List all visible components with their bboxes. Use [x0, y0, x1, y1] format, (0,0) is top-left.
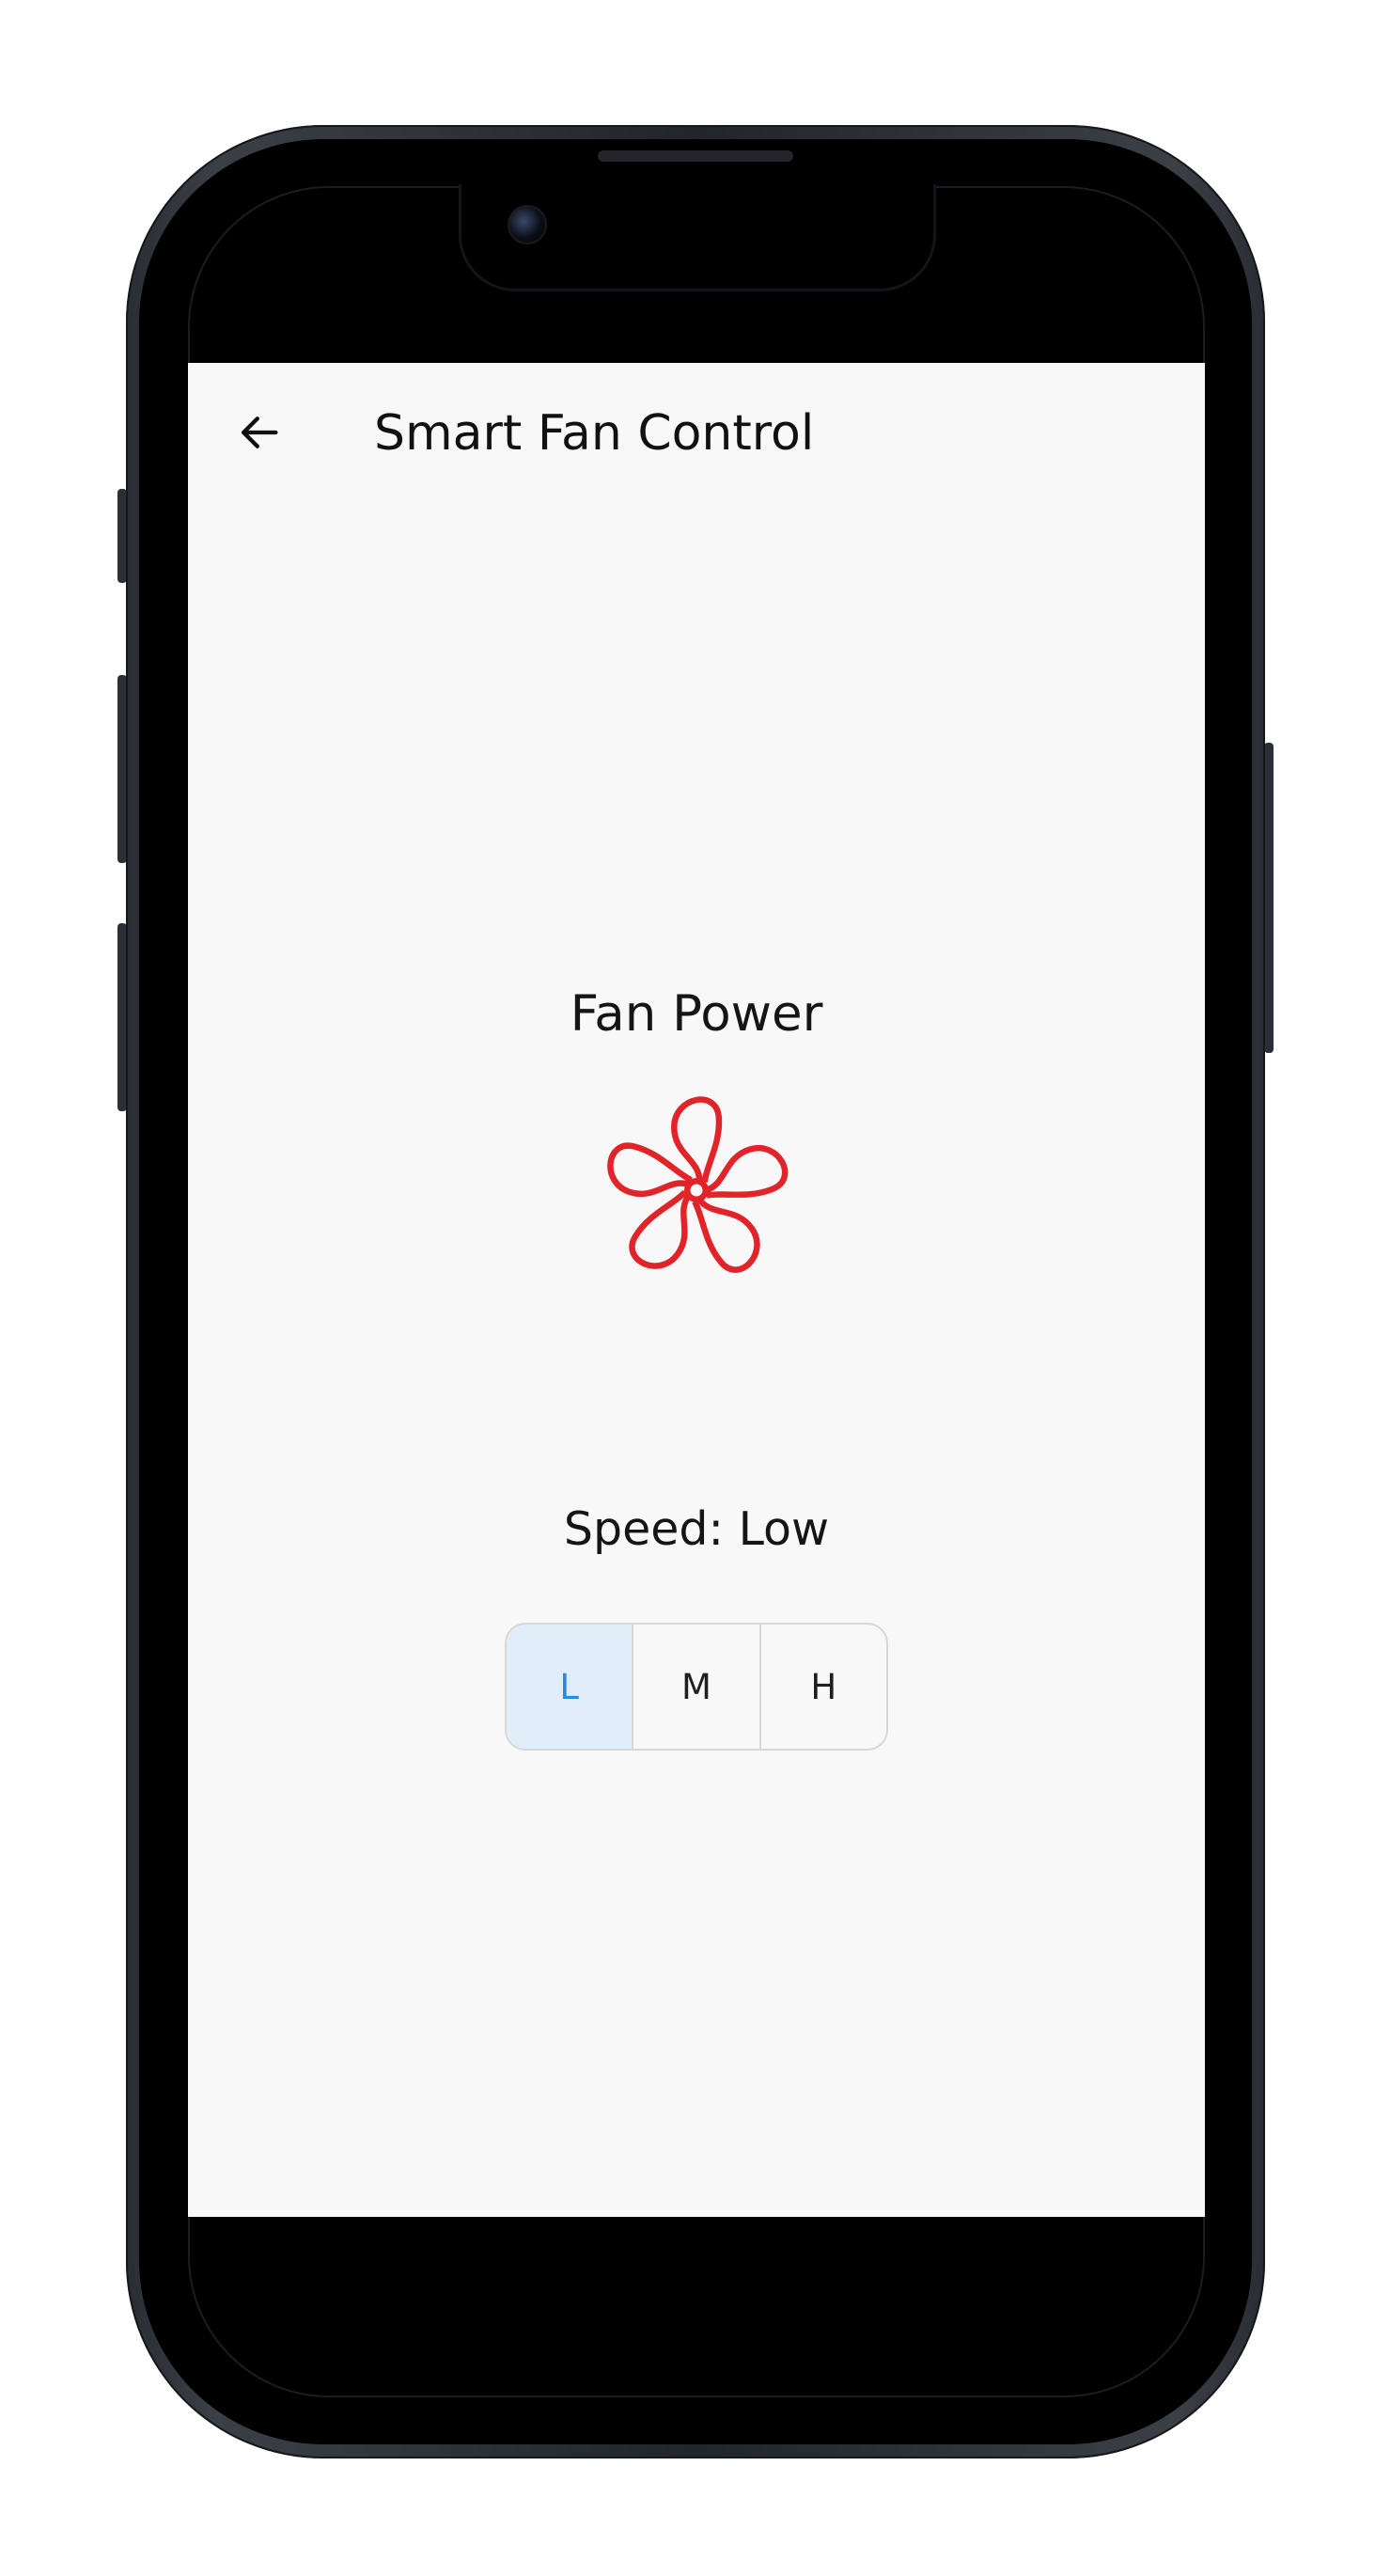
arrow-left-icon [241, 416, 278, 448]
speed-status-label: Speed: Low [563, 1502, 830, 1556]
device-canvas: Smart Fan Control Fan Power Speed: Low L [0, 0, 1391, 2576]
back-button[interactable] [226, 399, 293, 466]
fan-icon [595, 1096, 798, 1292]
fan-power-toggle[interactable] [595, 1089, 798, 1292]
speed-option-high[interactable]: H [758, 1625, 886, 1749]
app-bar: Smart Fan Control [188, 363, 1205, 504]
speed-option-medium[interactable]: M [632, 1625, 758, 1749]
app-screen: Smart Fan Control Fan Power Speed: Low L [188, 363, 1205, 2217]
speed-selector: L M H [505, 1623, 888, 1751]
earpiece-speaker [598, 150, 793, 162]
fan-power-label: Fan Power [570, 985, 823, 1043]
page-title: Smart Fan Control [374, 405, 815, 462]
front-camera [508, 205, 547, 244]
speed-option-low[interactable]: L [507, 1625, 633, 1749]
device-power-button [1264, 743, 1274, 1053]
